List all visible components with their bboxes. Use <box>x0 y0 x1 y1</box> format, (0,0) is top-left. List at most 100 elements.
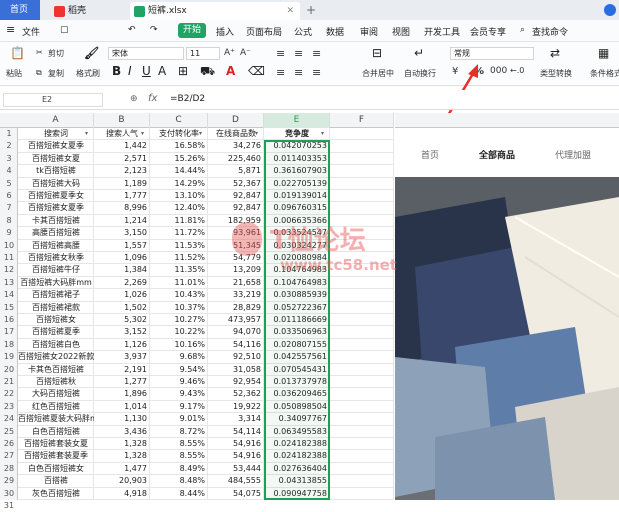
paste-icon[interactable]: 📋 <box>10 46 25 60</box>
row-header[interactable]: 30 <box>0 488 18 500</box>
row-header[interactable]: 25 <box>0 426 18 438</box>
table-cell[interactable]: 92,510 <box>208 351 264 363</box>
table-cell[interactable]: 52,362 <box>208 388 264 400</box>
table-cell[interactable]: 14.29% <box>150 178 208 190</box>
row-header[interactable]: 19 <box>0 351 18 363</box>
table-cell[interactable]: 52,367 <box>208 178 264 190</box>
table-cell[interactable]: 9.43% <box>150 388 208 400</box>
table-cell[interactable]: 8.49% <box>150 463 208 475</box>
zoom-icon[interactable]: ⊕ <box>130 94 138 104</box>
table-cell[interactable]: 484,555 <box>208 475 264 487</box>
font-color-icon[interactable]: A <box>226 64 235 78</box>
type-convert-icon[interactable]: ⇄ <box>550 46 560 60</box>
col-header-a[interactable]: A <box>18 113 94 128</box>
filter-icon[interactable]: ▾ <box>199 130 202 137</box>
table-cell[interactable]: 1,384 <box>94 264 150 276</box>
table-cell[interactable]: 9.54% <box>150 364 208 376</box>
wrap-icon[interactable]: ↵ <box>414 46 424 60</box>
menu-data[interactable]: 数据 <box>326 25 344 38</box>
table-cell[interactable]: 31,058 <box>208 364 264 376</box>
table-cell[interactable]: 1,096 <box>94 252 150 264</box>
table-cell[interactable]: 白色百搭短裤女 <box>18 463 94 475</box>
new-tab-icon[interactable]: + <box>306 3 316 17</box>
col-header-d[interactable]: D <box>208 113 264 128</box>
row-header[interactable]: 5 <box>0 178 18 190</box>
table-cell[interactable]: 14.44% <box>150 165 208 177</box>
table-cell[interactable]: 54,916 <box>208 450 264 462</box>
table-cell[interactable]: 百搭短裤女夏季 <box>18 202 94 214</box>
table-cell[interactable]: 2,123 <box>94 165 150 177</box>
table-cell[interactable]: 百搭短裤大码胖mm <box>18 277 94 289</box>
table-cell[interactable]: 19,922 <box>208 401 264 413</box>
table-cell[interactable]: 3,314 <box>208 413 264 425</box>
table-cell[interactable]: 8.55% <box>150 450 208 462</box>
table-cell[interactable]: 卡其百搭短裤 <box>18 215 94 227</box>
table-cell[interactable]: 1,214 <box>94 215 150 227</box>
table-cell[interactable]: 473,957 <box>208 314 264 326</box>
table-cell[interactable]: 1,026 <box>94 289 150 301</box>
filter-icon[interactable]: ▾ <box>85 130 88 137</box>
table-cell[interactable]: 1,130 <box>94 413 150 425</box>
table-cell[interactable]: 54,075 <box>208 488 264 500</box>
row-header[interactable]: 24 <box>0 413 18 425</box>
font-size-select[interactable]: 11 <box>186 47 220 60</box>
row-header[interactable]: 17 <box>0 326 18 338</box>
row-header[interactable]: 3 <box>0 153 18 165</box>
table-cell[interactable]: 9.17% <box>150 401 208 413</box>
menu-formula[interactable]: 公式 <box>294 25 312 38</box>
undo-icon[interactable]: ↶ <box>128 25 136 35</box>
table-cell[interactable]: 大码百搭短裤 <box>18 388 94 400</box>
table-cell[interactable]: 百搭短裤夏装大码胖mm <box>18 413 94 425</box>
filter-icon[interactable]: ▾ <box>255 130 258 137</box>
table-cell[interactable]: 3,937 <box>94 351 150 363</box>
table-cell[interactable]: 1,126 <box>94 339 150 351</box>
table-cell[interactable]: 2,191 <box>94 364 150 376</box>
row-header[interactable]: 26 <box>0 438 18 450</box>
format-painter-icon[interactable]: 🖌 <box>84 46 99 60</box>
align-right-icon[interactable]: ≡ <box>312 66 321 79</box>
underline-icon[interactable]: U <box>142 64 151 78</box>
tab-shell[interactable]: 稻壳 <box>50 2 120 20</box>
table-cell[interactable]: 225,460 <box>208 153 264 165</box>
table-cell[interactable]: 16.58% <box>150 140 208 152</box>
paste-button[interactable]: 粘贴 <box>6 68 22 79</box>
table-cell[interactable]: 11.35% <box>150 264 208 276</box>
table-cell[interactable]: 1,328 <box>94 450 150 462</box>
table-cell[interactable]: 3,152 <box>94 326 150 338</box>
table-cell[interactable]: 12.40% <box>150 202 208 214</box>
table-cell[interactable]: 5,871 <box>208 165 264 177</box>
table-cell[interactable]: 11.52% <box>150 252 208 264</box>
align-center-icon[interactable]: ≡ <box>294 66 303 79</box>
table-cell[interactable]: 11.53% <box>150 240 208 252</box>
row-header[interactable]: 6 <box>0 190 18 202</box>
row-header[interactable]: 11 <box>0 252 18 264</box>
font-name-select[interactable]: 宋体 <box>108 47 184 60</box>
row-header[interactable]: 14 <box>0 289 18 301</box>
row-header[interactable]: 2 <box>0 140 18 152</box>
fill-color-icon[interactable]: ⛟ <box>200 64 215 80</box>
menu-developer[interactable]: 开发工具 <box>424 25 460 38</box>
table-cell[interactable]: 13.10% <box>150 190 208 202</box>
table-cell[interactable]: 百搭短裤大码 <box>18 178 94 190</box>
table-cell[interactable]: 1,328 <box>94 438 150 450</box>
fx-label[interactable]: fx <box>148 93 157 104</box>
search-icon[interactable]: ⌕ <box>520 25 525 35</box>
table-cell[interactable]: 54,916 <box>208 438 264 450</box>
number-format-select[interactable]: 常规 <box>450 47 534 60</box>
formula-input[interactable]: =B2/D2 <box>170 94 205 104</box>
row-header[interactable]: 20 <box>0 364 18 376</box>
row-header[interactable]: 16 <box>0 314 18 326</box>
table-cell[interactable]: 54,116 <box>208 339 264 351</box>
table-cell[interactable]: 92,847 <box>208 202 264 214</box>
table-cell[interactable]: 8,996 <box>94 202 150 214</box>
table-cell[interactable]: 2,571 <box>94 153 150 165</box>
table-cell[interactable]: 10.43% <box>150 289 208 301</box>
table-cell[interactable]: 10.27% <box>150 314 208 326</box>
row-header[interactable]: 29 <box>0 475 18 487</box>
table-cell[interactable]: 1,277 <box>94 376 150 388</box>
table-cell[interactable]: 10.37% <box>150 302 208 314</box>
tab-file[interactable]: 短裤.xlsx ✕ <box>130 2 300 20</box>
row-header[interactable]: 8 <box>0 215 18 227</box>
conditional-format-icon[interactable]: ▦ <box>598 46 609 60</box>
table-cell[interactable]: 百搭短裤白色 <box>18 339 94 351</box>
